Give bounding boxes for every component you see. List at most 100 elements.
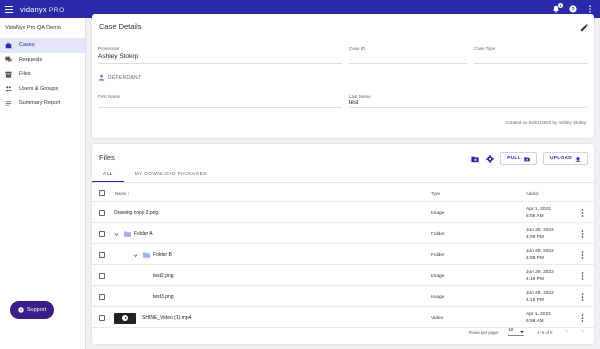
upload-button[interactable]: UPLOAD xyxy=(542,152,588,165)
row-checkbox[interactable] xyxy=(99,252,105,258)
column-header-added[interactable]: Added xyxy=(526,191,538,196)
files-tabs: ALL MY DOWNLOAD PACKAGES xyxy=(92,169,218,182)
column-header-type[interactable]: Type xyxy=(431,191,440,196)
row-checkbox[interactable] xyxy=(99,210,105,216)
sidebar-item-summary-report[interactable]: Summary Report xyxy=(0,96,85,111)
case-id-underline xyxy=(349,63,467,64)
more-vert-icon[interactable] xyxy=(581,314,584,322)
folder-download-icon xyxy=(524,156,530,161)
brand-name: vidanyx xyxy=(20,4,47,14)
list-icon xyxy=(5,101,12,106)
tab-my-download-packages[interactable]: MY DOWNLOAD PACKAGES xyxy=(124,169,218,182)
file-added-time: 4:09 PM xyxy=(526,255,544,261)
upload-label: UPLOAD xyxy=(549,156,572,161)
column-header-name[interactable]: Name ↑ xyxy=(115,191,130,196)
case-type-underline xyxy=(474,63,588,64)
sidebar-item-requests[interactable]: Requests xyxy=(0,53,85,68)
file-added-date: Apr 1, 2022 xyxy=(526,207,551,212)
table-row[interactable]: test2.png Image Jun 29, 2022 4:19 PM xyxy=(92,266,594,286)
file-added-time: 4:19 PM xyxy=(526,297,544,303)
support-button[interactable]: ? Support xyxy=(10,301,54,319)
file-added-time: 4:09 PM xyxy=(526,234,544,240)
sidebar-item-label: Files xyxy=(19,71,31,78)
table-row[interactable]: SHINE_Video (1).mp4 Video Apr 1, 2022 6:5… xyxy=(92,308,594,328)
file-added: Apr 1, 2022 6:58 AM xyxy=(526,312,551,325)
video-cell[interactable]: SHINE_Video (1).mp4 xyxy=(114,308,191,328)
file-added-date: Apr 1, 2022 xyxy=(526,312,551,317)
folder-icon xyxy=(124,231,131,237)
new-folder-button[interactable] xyxy=(470,154,479,163)
file-name[interactable]: test2.png xyxy=(153,266,174,286)
file-added: Jun 29, 2022 4:09 PM xyxy=(526,249,554,262)
more-vert-icon[interactable] xyxy=(581,209,584,217)
sidebar-item-label: Cases xyxy=(19,42,35,49)
sidebar: VidaNyx Pro QA Demo Cases Requests Files… xyxy=(0,18,86,349)
defendant-heading: DEFENDANT xyxy=(98,74,141,81)
file-added-time: 6:58 AM xyxy=(526,318,544,324)
file-name[interactable]: Drawing copy 2.png xyxy=(114,203,158,223)
video-thumbnail[interactable] xyxy=(114,312,136,324)
brand-logo[interactable]: vidanyx PRO xyxy=(20,5,65,14)
previous-page-icon[interactable]: ‹ xyxy=(566,329,568,335)
chevron-down-icon[interactable] xyxy=(133,253,138,258)
file-added: Jun 29, 2022 4:19 PM xyxy=(526,291,554,304)
chat-icon xyxy=(5,56,12,62)
sort-arrow-up-icon: ↑ xyxy=(127,191,130,196)
chevron-down-icon[interactable] xyxy=(114,232,119,237)
file-added-date: Jun 29, 2022 xyxy=(526,291,554,296)
row-checkbox[interactable] xyxy=(99,294,105,300)
edit-icon[interactable] xyxy=(580,24,588,32)
menu-button[interactable] xyxy=(0,0,18,18)
folder-cell[interactable]: Folder B xyxy=(133,245,172,265)
notification-badge: 1 xyxy=(558,3,563,8)
last-name-underline xyxy=(349,107,588,108)
table-row[interactable]: Drawing copy 2.png Image Apr 1, 2022 6:58… xyxy=(92,203,594,223)
file-added: Jun 29, 2022 4:19 PM xyxy=(526,270,554,283)
table-row[interactable]: Folder B Folder Jun 29, 2022 4:09 PM xyxy=(92,245,594,265)
row-checkbox[interactable] xyxy=(99,273,105,279)
table-header-row: Name ↑ Type Added xyxy=(92,184,594,202)
rows-per-page-select[interactable]: 10 xyxy=(508,328,524,336)
sidebar-item-users-groups[interactable]: Users & Groups xyxy=(0,82,85,97)
more-vert-icon[interactable] xyxy=(581,293,584,301)
table-row[interactable]: test3.png Image Jun 29, 2022 4:19 PM xyxy=(92,287,594,307)
sidebar-item-files[interactable]: Files xyxy=(0,67,85,82)
table-row[interactable]: Folder A Folder Jun 29, 2022 4:09 PM xyxy=(92,224,594,244)
folder-cell[interactable]: Folder A xyxy=(114,224,153,244)
help-button[interactable]: ? xyxy=(569,5,577,13)
files-card: Files PULL UPLOAD ALL MY DOWNLOAD PACKAG… xyxy=(92,144,594,344)
file-name[interactable]: test3.png xyxy=(153,287,174,307)
file-added-time: 6:58 AM xyxy=(526,213,544,219)
more-vert-icon[interactable] xyxy=(581,230,584,238)
notifications-button[interactable]: 1 xyxy=(552,3,563,13)
file-added: Jun 29, 2022 4:09 PM xyxy=(526,228,554,241)
brand-suffix: PRO xyxy=(48,6,65,14)
defendant-heading-label: DEFENDANT xyxy=(108,74,142,81)
file-type: Folder xyxy=(431,231,445,237)
first-name-underline xyxy=(98,107,342,108)
create-folder-icon xyxy=(471,156,479,162)
prosecutor-value: Ashley Stokrp xyxy=(98,53,139,60)
select-all-checkbox[interactable] xyxy=(99,190,105,196)
file-added: Apr 1, 2022 6:58 AM xyxy=(526,207,551,220)
tabs-divider xyxy=(92,182,594,183)
row-checkbox[interactable] xyxy=(99,315,105,321)
tab-all[interactable]: ALL xyxy=(92,169,124,182)
upload-icon xyxy=(575,156,581,162)
file-added-date: Jun 29, 2022 xyxy=(526,228,554,233)
svg-text:?: ? xyxy=(571,7,574,13)
pull-button[interactable]: PULL xyxy=(500,152,537,165)
more-vert-icon[interactable] xyxy=(581,272,584,280)
hamburger-icon xyxy=(5,5,13,13)
settings-button[interactable] xyxy=(485,154,494,163)
case-details-title: Case Details xyxy=(99,22,142,31)
help-circle-icon: ? xyxy=(18,307,24,313)
prosecutor-label: Prosecutor xyxy=(98,46,120,51)
more-options-button[interactable] xyxy=(586,5,594,13)
more-vert-icon[interactable] xyxy=(581,251,584,259)
sidebar-item-cases[interactable]: Cases xyxy=(0,38,85,53)
file-added-date: Jun 29, 2022 xyxy=(526,249,554,254)
row-checkbox[interactable] xyxy=(99,231,105,237)
next-page-icon[interactable]: › xyxy=(582,329,584,335)
sidebar-item-label: Users & Groups xyxy=(19,85,59,92)
